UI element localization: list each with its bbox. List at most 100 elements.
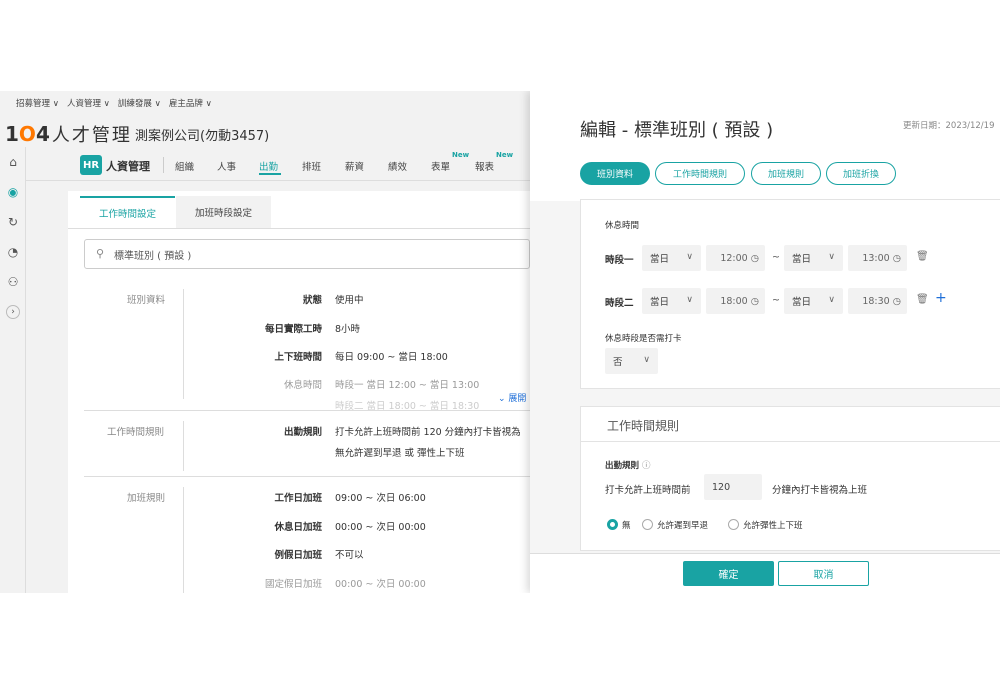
slot-2-start-day-select[interactable]: 當日 ∨ xyxy=(642,288,701,314)
trash-icon[interactable]: 🗑 xyxy=(916,251,929,262)
chart-icon[interactable]: ◔ xyxy=(0,237,26,267)
break-punch-select[interactable]: 否 ∨ xyxy=(605,348,658,374)
slot-1-start-time[interactable]: 12:00 ◷ xyxy=(706,245,765,271)
clock-icon: ◷ xyxy=(750,295,759,307)
radio-flexible[interactable] xyxy=(728,519,739,530)
pill-shift-info[interactable]: 班別資料 xyxy=(580,162,650,185)
top-menu-brand[interactable]: 雇主品牌 ∨ xyxy=(169,97,212,109)
nav-active-indicator xyxy=(259,173,281,175)
slot-1-end-day-select[interactable]: 當日 ∨ xyxy=(784,245,843,271)
row-label-status: 狀態 xyxy=(302,295,322,306)
people-icon[interactable]: ⚇ xyxy=(0,267,26,297)
chevron-down-icon: ∨ xyxy=(828,295,835,305)
top-menu-recruit[interactable]: 招募管理 ∨ xyxy=(16,97,59,109)
row-value-daily-hours: 8小時 xyxy=(335,324,361,335)
nav-item-performance[interactable]: 績效 xyxy=(388,159,407,173)
nav-item-personnel[interactable]: 人事 xyxy=(217,159,236,173)
clock-in-prefix: 打卡允許上班時間前 xyxy=(605,485,691,496)
hr-circle-icon[interactable]: ◉ xyxy=(0,177,26,207)
row-label-break: 休息時間 xyxy=(283,380,322,391)
search-value: 標準班別 ( 預設 ) xyxy=(114,251,192,262)
break-punch-question: 休息時段是否需打卡 xyxy=(605,334,682,344)
section-divider xyxy=(183,289,184,399)
chevron-down-icon: ∨ xyxy=(686,295,693,305)
range-tilde: ~ xyxy=(772,295,780,306)
slot-2-end-day-select[interactable]: 當日 ∨ xyxy=(784,288,843,314)
radio-late-early[interactable] xyxy=(642,519,653,530)
search-icon: ⚲ xyxy=(96,247,105,260)
clock-icon: ◷ xyxy=(750,252,759,264)
nav-item-reports[interactable]: 報表 xyxy=(475,159,494,173)
company-name: 測案例公司(勿動3457) xyxy=(135,129,270,144)
work-rules-title: 工作時間規則 xyxy=(607,419,680,433)
nav-divider xyxy=(163,157,164,173)
add-slot-icon[interactable]: + xyxy=(935,290,947,306)
range-tilde: ~ xyxy=(772,252,780,263)
row-value-regular-holiday-ot: 不可以 xyxy=(335,550,364,561)
refresh-icon[interactable]: ↻ xyxy=(0,207,26,237)
section-label-overtime: 加班規則 xyxy=(127,493,166,504)
row-value-attendance-rule-1: 打卡允許上班時間前 120 分鐘內打卡皆視為 xyxy=(335,427,521,438)
section-label-work-rules: 工作時間規則 xyxy=(107,427,165,438)
chevron-down-icon: ∨ xyxy=(643,355,650,365)
chevron-down-icon: ∨ xyxy=(828,252,835,262)
slot-1-start-day-select[interactable]: 當日 ∨ xyxy=(642,245,701,271)
clock-in-suffix: 分鐘內打卡皆視為上班 xyxy=(772,485,868,496)
top-menu-hr[interactable]: 人資管理 ∨ xyxy=(67,97,110,109)
slot-2-end-time[interactable]: 18:30 ◷ xyxy=(848,288,907,314)
cancel-button[interactable]: 取消 xyxy=(778,561,869,586)
break-time-title: 休息時間 xyxy=(605,221,640,231)
attendance-rule-label: 出勤規則 ⓘ xyxy=(605,461,651,471)
row-label-regular-holiday-ot: 例假日加班 xyxy=(274,550,322,561)
updated-date: 更新日期：2023/12/19 xyxy=(903,121,995,131)
radio-flexible-label[interactable]: 允許彈性上下班 xyxy=(743,519,803,531)
pill-work-rules[interactable]: 工作時間規則 xyxy=(655,162,745,185)
row-value-attendance-rule-2: 無允許遲到早退 或 彈性上下班 xyxy=(335,448,465,459)
edit-shift-drawer: 編輯 - 標準班別 ( 預設 ) 更新日期：2023/12/19 班別資料 工作… xyxy=(530,91,1000,593)
trash-icon[interactable]: 🗑 xyxy=(916,294,929,305)
tab-work-time[interactable]: 工作時間設定 xyxy=(80,196,175,228)
background-app: 招募管理 ∨ 人資管理 ∨ 訓練發展 ∨ 雇主品牌 ∨ 1O4 人才管理 測案例… xyxy=(0,91,530,593)
drawer-title: 編輯 - 標準班別 ( 預設 ) xyxy=(580,120,774,141)
row-label-daily-hours: 每日實際工時 xyxy=(264,324,322,335)
pill-overtime-rules[interactable]: 加班規則 xyxy=(751,162,821,185)
minutes-input[interactable]: 120 xyxy=(704,474,762,500)
chevron-down-icon: ∨ xyxy=(686,252,693,262)
section-divider xyxy=(183,421,184,471)
chevron-down-icon: ⌄ xyxy=(498,394,509,404)
confirm-button[interactable]: 確定 xyxy=(683,561,774,586)
radio-none[interactable] xyxy=(607,519,618,530)
nav-item-forms[interactable]: 表單 xyxy=(431,159,450,173)
top-menu: 招募管理 ∨ 人資管理 ∨ 訓練發展 ∨ 雇主品牌 ∨ xyxy=(16,97,212,109)
slot-1-end-time[interactable]: 13:00 ◷ xyxy=(848,245,907,271)
hr-badge: HR xyxy=(80,155,102,175)
module-title: 人資管理 xyxy=(106,160,150,173)
row-value-status: 使用中 xyxy=(335,295,364,306)
radio-none-label[interactable]: 無 xyxy=(622,519,631,531)
tab-divider xyxy=(68,228,530,229)
home-icon[interactable]: ⌂ xyxy=(0,147,26,177)
clock-icon: ◷ xyxy=(892,295,901,307)
nav-item-org[interactable]: 組織 xyxy=(175,159,194,173)
radio-late-early-label[interactable]: 允許遲到早退 xyxy=(657,519,708,531)
row-value-workday-ot: 09:00 ~ 次日 06:00 xyxy=(335,493,426,504)
tab-overtime-period[interactable]: 加班時段設定 xyxy=(176,196,271,228)
row-value-national-holiday-ot: 00:00 ~ 次日 00:00 xyxy=(335,579,426,590)
expand-link[interactable]: ⌄ 展開 xyxy=(498,391,526,404)
nav-item-scheduling[interactable]: 排班 xyxy=(302,159,321,173)
pill-overtime-conversion[interactable]: 加班折換 xyxy=(826,162,896,185)
row-label-workday-ot: 工作日加班 xyxy=(274,493,322,504)
row-value-break-1: 時段一 當日 12:00 ~ 當日 13:00 xyxy=(335,380,480,391)
top-menu-training[interactable]: 訓練發展 ∨ xyxy=(118,97,161,109)
row-value-restday-ot: 00:00 ~ 次日 00:00 xyxy=(335,522,426,533)
side-icon-bar: ⌂ ◉ ↻ ◔ ⚇ › xyxy=(0,147,26,593)
nav-item-attendance[interactable]: 出勤 xyxy=(259,159,278,173)
nav-item-payroll[interactable]: 薪資 xyxy=(345,159,364,173)
section-separator xyxy=(84,476,530,477)
info-icon[interactable]: ⓘ xyxy=(642,461,651,471)
row-label-restday-ot: 休息日加班 xyxy=(274,522,322,533)
clock-icon: ◷ xyxy=(892,252,901,264)
chevron-right-icon[interactable]: › xyxy=(0,297,26,327)
slot-2-start-time[interactable]: 18:00 ◷ xyxy=(706,288,765,314)
slot-2-label: 時段二 xyxy=(605,298,634,309)
